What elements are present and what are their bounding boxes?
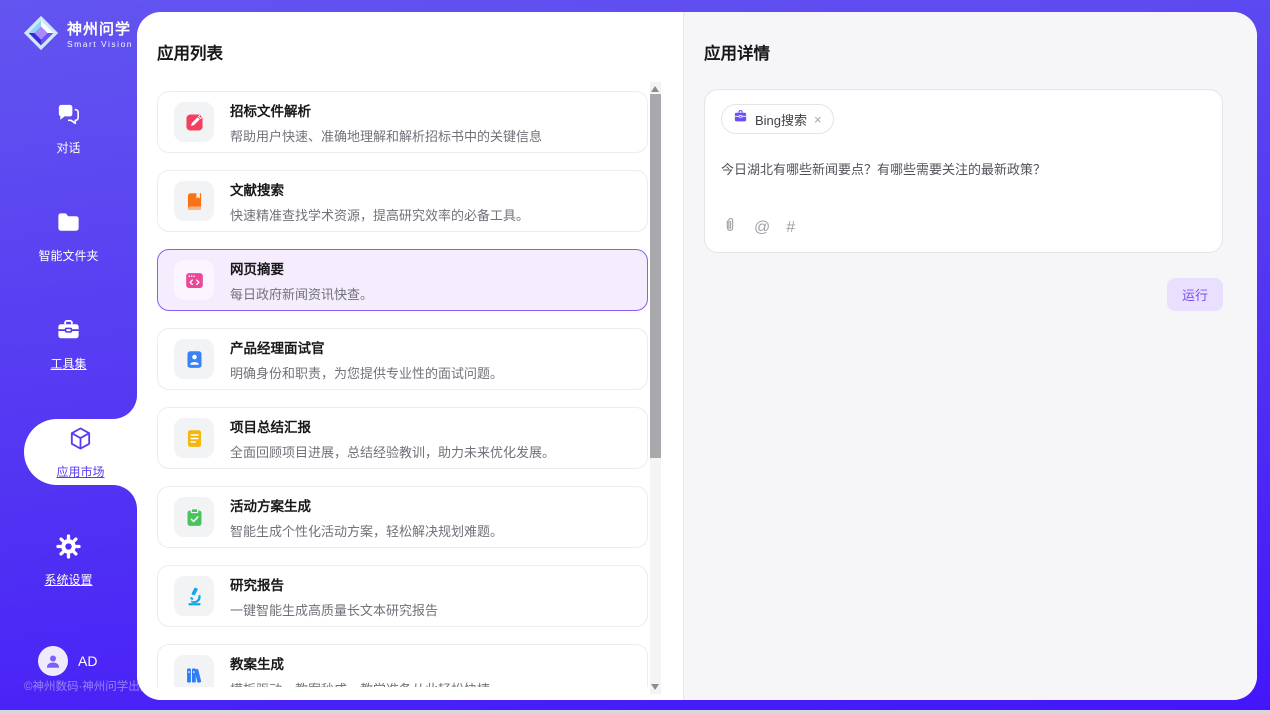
- app-list-item[interactable]: 文献搜索 快速精准查找学术资源，提高研究效率的必备工具。: [157, 170, 648, 232]
- sidebar-item-chat[interactable]: 对话: [0, 95, 137, 161]
- tool-tag-label: Bing搜索: [755, 110, 807, 129]
- app-list-item[interactable]: 产品经理面试官 明确身份和职责，为您提供专业性的面试问题。: [157, 328, 648, 390]
- app-list-item[interactable]: 教案生成 模板驱动，教案秒成，教学准备从此轻松快捷: [157, 644, 648, 687]
- gear-icon: [55, 533, 82, 565]
- query-text[interactable]: 今日湖北有哪些新闻要点？有哪些需要关注的最新政策？: [721, 159, 1206, 178]
- app-list-item[interactable]: 研究报告 一键智能生成高质量长文本研究报告: [157, 565, 648, 627]
- app-item-desc: 帮助用户快速、准确地理解和解析招标书中的关键信息: [230, 126, 542, 145]
- close-icon[interactable]: ×: [814, 112, 822, 127]
- prompt-composer[interactable]: Bing搜索 × 今日湖北有哪些新闻要点？有哪些需要关注的最新政策？ @ #: [704, 89, 1223, 253]
- brand-name: 神州问学: [67, 22, 133, 39]
- app-list-title: 应用列表: [157, 40, 683, 64]
- tool-tag-bing-search[interactable]: Bing搜索 ×: [721, 104, 834, 134]
- app-list-item[interactable]: 项目总结汇报 全面回顾项目进展，总结经验教训，助力未来优化发展。: [157, 407, 648, 469]
- avatar: [38, 646, 68, 676]
- sidebar-item-label: 工具集: [50, 355, 86, 372]
- app-item-desc: 快速精准查找学术资源，提高研究效率的必备工具。: [230, 205, 529, 224]
- sidebar-nav: 对话 智能文件夹 工具集: [0, 95, 137, 635]
- user-name: AD: [78, 653, 97, 669]
- app-item-desc: 每日政府新闻资讯快查。: [230, 284, 373, 303]
- books-icon: [174, 655, 214, 687]
- app-list-scrollbar[interactable]: [650, 82, 661, 694]
- briefcase-icon: [733, 109, 748, 129]
- sidebar-item-app-market[interactable]: 应用市场: [24, 419, 137, 485]
- app-item-name: 招标文件解析: [230, 100, 542, 120]
- app-list-viewport: 招标文件解析 帮助用户快速、准确地理解和解析招标书中的关键信息 文献搜索 快速精…: [137, 79, 683, 687]
- app-item-desc: 全面回顾项目进展，总结经验教训，助力未来优化发展。: [230, 442, 555, 461]
- app-item-desc: 模板驱动，教案秒成，教学准备从此轻松快捷: [230, 679, 490, 688]
- scroll-up-icon[interactable]: [651, 86, 659, 92]
- brand: 神州问学 Smart Vision: [0, 0, 137, 57]
- app-list-item[interactable]: 活动方案生成 智能生成个性化活动方案，轻松解决规划难题。: [157, 486, 648, 548]
- app-item-name: 文献搜索: [230, 179, 529, 199]
- chat-icon: [55, 101, 82, 133]
- sidebar-item-smart-folder[interactable]: 智能文件夹: [0, 203, 137, 269]
- paperclip-icon[interactable]: [722, 216, 738, 239]
- mention-icon[interactable]: @: [754, 220, 770, 236]
- sidebar-item-toolset[interactable]: 工具集: [0, 311, 137, 377]
- sidebar-item-label: 对话: [56, 139, 80, 156]
- app-detail-title: 应用详情: [704, 40, 1257, 64]
- main-content: 应用列表 招标文件解析 帮助用户快速、准确地理解和解析招标书中的关键信息 文献搜…: [137, 12, 1257, 700]
- sidebar-item-label: 智能文件夹: [38, 247, 98, 264]
- app-item-desc: 智能生成个性化活动方案，轻松解决规划难题。: [230, 521, 503, 540]
- app-list-panel: 应用列表 招标文件解析 帮助用户快速、准确地理解和解析招标书中的关键信息 文献搜…: [137, 12, 683, 700]
- app-detail-panel: 应用详情 Bing搜索 × 今日湖北有哪些新闻要点？有哪些需要关注的最新政策？: [683, 12, 1257, 700]
- app-item-name: 项目总结汇报: [230, 416, 555, 436]
- interview-icon: [174, 339, 214, 379]
- scroll-down-icon[interactable]: [651, 684, 659, 690]
- scrollbar-thumb[interactable]: [650, 94, 661, 458]
- browser-code-icon: [174, 260, 214, 300]
- run-row: 运行: [704, 278, 1223, 311]
- edit-doc-icon: [174, 102, 214, 142]
- brand-subtitle: Smart Vision: [67, 40, 133, 49]
- app-item-name: 研究报告: [230, 574, 438, 594]
- sidebar: 神州问学 Smart Vision 对话 智能文件夹: [0, 0, 137, 700]
- app-item-desc: 明确身份和职责，为您提供专业性的面试问题。: [230, 363, 503, 382]
- book-icon: [174, 181, 214, 221]
- app-item-name: 产品经理面试官: [230, 337, 503, 357]
- app-item-name: 活动方案生成: [230, 495, 503, 515]
- app-item-name: 教案生成: [230, 653, 490, 673]
- app-list-item[interactable]: 网页摘要 每日政府新闻资讯快查。: [157, 249, 648, 311]
- run-button[interactable]: 运行: [1167, 278, 1223, 311]
- sidebar-item-label: 系统设置: [44, 571, 92, 588]
- copyright-text: ©神州数码·神州问学出品: [24, 678, 151, 694]
- clipboard-check-icon: [174, 497, 214, 537]
- report-doc-icon: [174, 418, 214, 458]
- app-item-desc: 一键智能生成高质量长文本研究报告: [230, 600, 438, 619]
- app-list: 招标文件解析 帮助用户快速、准确地理解和解析招标书中的关键信息 文献搜索 快速精…: [137, 79, 683, 687]
- toolbox-icon: [55, 317, 82, 349]
- sidebar-item-label: 应用市场: [56, 463, 104, 480]
- composer-toolbar: @ #: [722, 216, 795, 239]
- app-item-name: 网页摘要: [230, 258, 373, 278]
- microscope-icon: [174, 576, 214, 616]
- logo-diamond-icon: [22, 14, 60, 57]
- cube-icon: [67, 425, 94, 457]
- hash-icon[interactable]: #: [786, 220, 795, 236]
- window-bottom-edge: [0, 710, 1270, 714]
- folder-icon: [55, 209, 82, 241]
- user-account[interactable]: AD: [38, 646, 97, 676]
- app-list-item[interactable]: 招标文件解析 帮助用户快速、准确地理解和解析招标书中的关键信息: [157, 91, 648, 153]
- sidebar-item-settings[interactable]: 系统设置: [0, 527, 137, 593]
